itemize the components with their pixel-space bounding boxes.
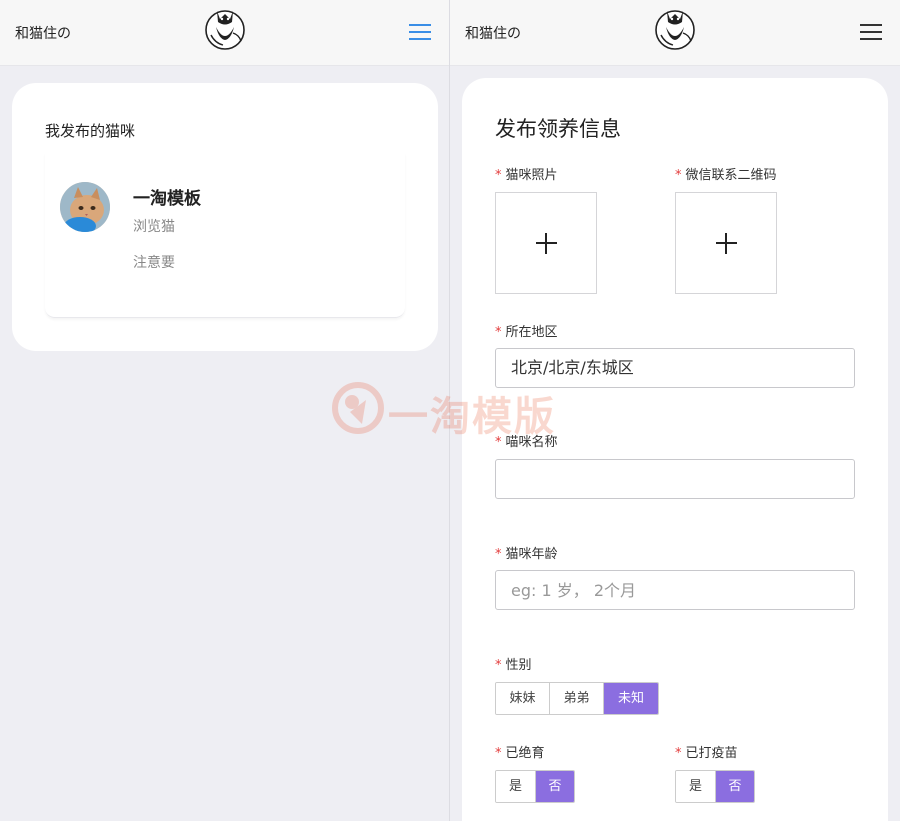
qr-upload-button[interactable] [675, 192, 777, 294]
name-label-text: 喵咪名称 [505, 435, 558, 450]
qr-label: * 微信联系二维码 [675, 164, 777, 183]
menu-button[interactable] [860, 22, 884, 42]
cat-photo-icon [60, 182, 110, 232]
vaccinated-segmented-control: 是 否 [675, 770, 755, 803]
required-mark: * [495, 325, 502, 340]
cat-avatar [60, 182, 110, 232]
gender-label-text: 性别 [505, 658, 532, 673]
brand-name[interactable]: 和猫住の [15, 23, 71, 43]
cat-name-input[interactable] [495, 459, 855, 499]
menu-bar [860, 24, 882, 26]
region-label: * 所在地区 [495, 321, 558, 340]
right-pane: 和猫住の 发布领养信息 * 猫咪照片 * 微信联系二维码 * 所在地区 北京/北… [450, 0, 900, 821]
neutered-label-text: 已绝育 [505, 746, 545, 761]
gender-option-unknown[interactable]: 未知 [604, 683, 658, 714]
top-header: 和猫住の [0, 0, 449, 66]
gender-label: * 性别 [495, 654, 532, 673]
required-mark: * [495, 435, 502, 450]
gender-option-female[interactable]: 妹妹 [496, 683, 550, 714]
name-label: * 喵咪名称 [495, 431, 558, 450]
menu-bar [409, 31, 431, 33]
cat-name: 一淘模板 [133, 189, 201, 209]
cat-meta: 注意要 [133, 255, 175, 271]
qr-label-text: 微信联系二维码 [685, 168, 777, 183]
cat-age-input[interactable] [495, 570, 855, 610]
region-label-text: 所在地区 [505, 325, 558, 340]
required-mark: * [495, 168, 502, 183]
form-title: 发布领养信息 [495, 117, 621, 141]
adoption-form-card: 发布领养信息 * 猫咪照片 * 微信联系二维码 * 所在地区 北京/北京/东城区 * 喵… [462, 78, 888, 821]
neutered-label: * 已绝育 [495, 742, 545, 761]
top-header: 和猫住の [450, 0, 900, 66]
photo-label: * 猫咪照片 [495, 164, 558, 183]
plus-icon [725, 233, 727, 254]
menu-bar [409, 38, 431, 40]
required-mark: * [495, 746, 502, 761]
cat-logo-icon[interactable] [653, 5, 697, 51]
vaccinated-label: * 已打疫苗 [675, 742, 738, 761]
neutered-option-yes[interactable]: 是 [496, 771, 536, 802]
neutered-segmented-control: 是 否 [495, 770, 575, 803]
menu-bar [409, 24, 431, 26]
plus-icon [545, 233, 547, 254]
region-select[interactable]: 北京/北京/东城区 [495, 348, 855, 388]
cat-logo-icon[interactable] [203, 5, 247, 51]
brand-name[interactable]: 和猫住の [465, 23, 521, 43]
vaccinated-option-no[interactable]: 否 [716, 771, 754, 802]
menu-button[interactable] [409, 22, 433, 42]
my-cats-card: 我发布的猫咪 一淘模板 浏览猫 注意要 [12, 83, 438, 351]
required-mark: * [495, 658, 502, 673]
menu-bar [860, 38, 882, 40]
photo-upload-button[interactable] [495, 192, 597, 294]
gender-segmented-control: 妹妹 弟弟 未知 [495, 682, 659, 715]
section-title: 我发布的猫咪 [45, 122, 136, 140]
cat-list-item[interactable]: 一淘模板 浏览猫 注意要 [45, 153, 405, 318]
required-mark: * [495, 547, 502, 562]
neutered-option-no[interactable]: 否 [536, 771, 574, 802]
age-label-text: 猫咪年龄 [505, 547, 558, 562]
gender-option-male[interactable]: 弟弟 [550, 683, 604, 714]
cat-meta: 浏览猫 [133, 219, 175, 235]
vaccinated-label-text: 已打疫苗 [685, 746, 738, 761]
required-mark: * [675, 168, 682, 183]
left-pane: 和猫住の 我发布的猫咪 一淘模板 浏览猫 注意要 [0, 0, 449, 821]
vaccinated-option-yes[interactable]: 是 [676, 771, 716, 802]
required-mark: * [675, 746, 682, 761]
age-label: * 猫咪年龄 [495, 543, 558, 562]
menu-bar [860, 31, 882, 33]
photo-label-text: 猫咪照片 [505, 168, 558, 183]
